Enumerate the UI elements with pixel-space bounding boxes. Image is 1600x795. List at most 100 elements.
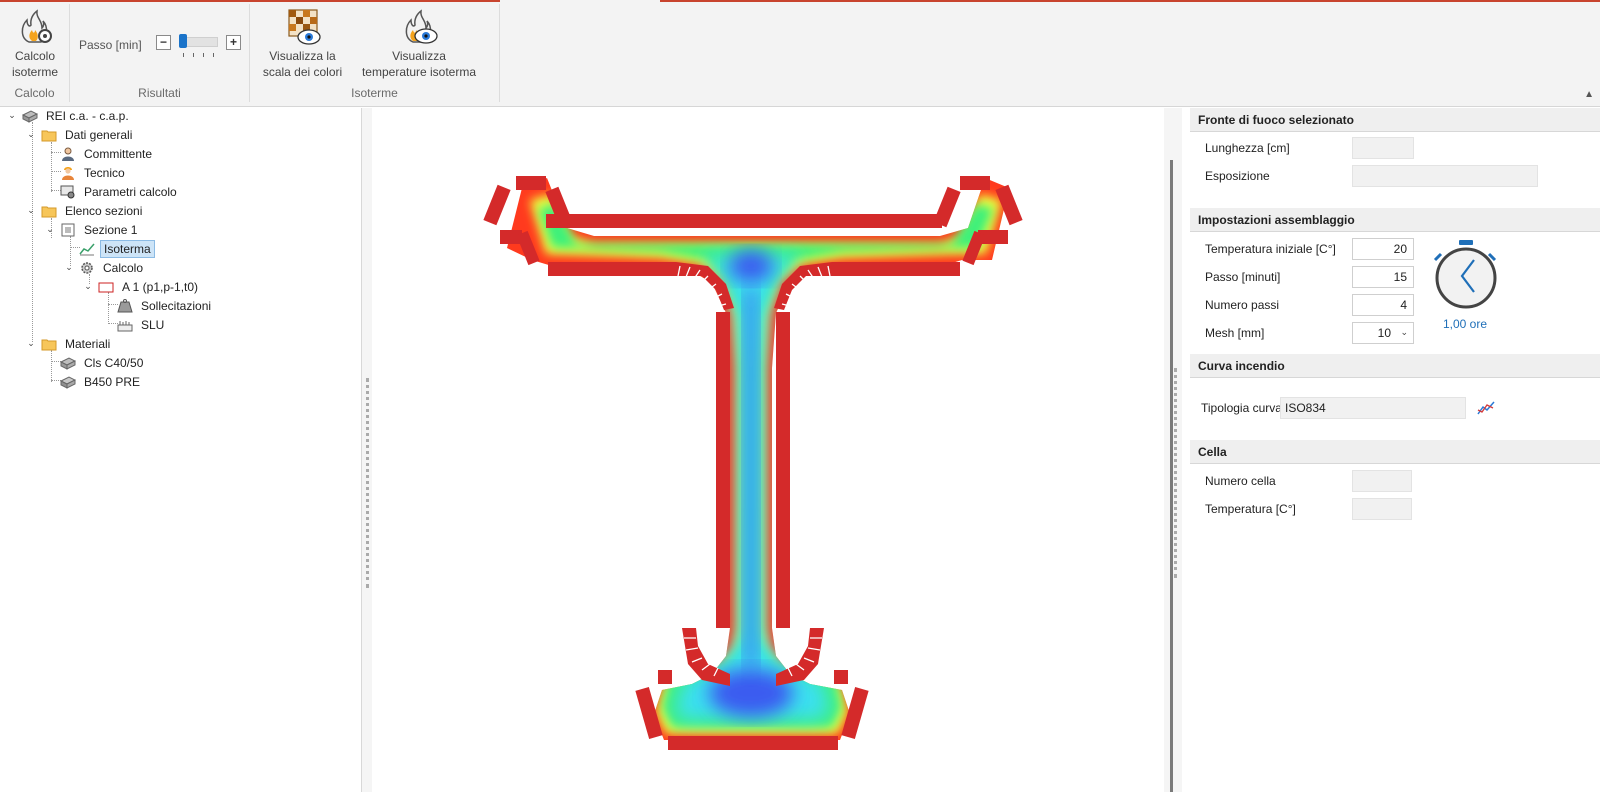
fire-front-bottom-left-cap[interactable] — [658, 670, 672, 684]
passo-slider-ticks — [183, 53, 217, 57]
lunghezza-label: Lunghezza [cm] — [1205, 141, 1290, 155]
chevron-down-icon[interactable]: ⌄ — [25, 338, 37, 349]
tree-connector — [32, 122, 33, 342]
tree-item-isoterma[interactable]: Isoterma — [75, 239, 155, 258]
scala-colori-label-1: Visualizza la — [269, 49, 336, 63]
section-curva-header[interactable]: Curva incendio — [1190, 354, 1600, 378]
project-icon — [22, 109, 38, 123]
chevron-down-icon[interactable]: ⌄ — [6, 110, 18, 121]
temperatura-cella-label: Temperatura [C°] — [1205, 502, 1296, 516]
right-splitter[interactable] — [1164, 108, 1182, 792]
tree-item-combination[interactable]: ⌄ A 1 (p1,p-1,t0) — [82, 277, 201, 296]
calcolo-isoterme-label-1: Calcolo — [14, 49, 56, 63]
folder-icon — [41, 339, 57, 350]
parameters-icon — [60, 185, 75, 198]
folder-icon — [41, 206, 57, 217]
fire-front-right-bottom-fillet[interactable] — [776, 628, 824, 686]
temperature-field — [507, 178, 1009, 740]
chevron-down-icon[interactable]: ⌄ — [25, 129, 37, 140]
tree-item-parametri-calcolo[interactable]: Parametri calcolo — [56, 182, 180, 201]
ribbon-accent-line-right — [660, 0, 1600, 2]
tree-item-label: Sezione 1 — [84, 222, 138, 237]
tree-item-materiali[interactable]: ⌄ Materiali — [25, 334, 113, 353]
group-label-isoterme: Isoterme — [351, 86, 398, 100]
passo-increase-button[interactable]: + — [226, 35, 241, 50]
tree-item-label: Elenco sezioni — [65, 203, 143, 218]
isotherm-canvas[interactable] — [372, 108, 1164, 792]
calcolo-isoterme-button[interactable]: Calcolo isoterme — [5, 8, 65, 80]
fire-front-top-left-cap[interactable] — [516, 176, 546, 190]
fire-front-left-soffit[interactable] — [548, 262, 676, 276]
tree-item-calcolo[interactable]: ⌄ Calcolo — [63, 258, 146, 277]
tree-item-committente[interactable]: Committente — [56, 144, 155, 163]
esposizione-label: Esposizione — [1205, 169, 1270, 183]
tree-item-label: Parametri calcolo — [84, 184, 177, 199]
chevron-down-icon[interactable]: ⌄ — [44, 224, 56, 235]
chevron-up-icon[interactable]: ▲ — [1584, 89, 1594, 100]
tree-item-label: Tecnico — [84, 165, 125, 180]
fire-front-bottom[interactable] — [668, 736, 838, 750]
tree-item-label: Committente — [84, 146, 153, 161]
engineer-icon — [62, 166, 74, 180]
fire-front-left-bottom-fillet[interactable] — [682, 628, 730, 686]
scala-colori-label-2: scala dei colori — [262, 65, 343, 79]
tipologia-curva-field[interactable]: ISO834 — [1280, 397, 1466, 419]
tree-item-elenco-sezioni[interactable]: ⌄ Elenco sezioni — [25, 201, 145, 220]
isotherm-drawing — [483, 176, 1023, 750]
tree-item-sezione-1[interactable]: ⌄ Sezione 1 — [44, 220, 140, 239]
passo-slider-thumb[interactable] — [179, 34, 187, 48]
section-icon — [61, 223, 75, 236]
fire-front-bottom-right-cap[interactable] — [834, 670, 848, 684]
section-cella-header[interactable]: Cella — [1190, 440, 1600, 464]
tree-item-project[interactable]: ⌄ REI c.a. - c.a.p. — [6, 106, 132, 125]
canvas-scrollbar[interactable] — [1170, 160, 1173, 792]
tree-item-dati-generali[interactable]: ⌄ Dati generali — [25, 125, 135, 144]
chevron-down-icon[interactable]: ⌄ — [63, 262, 75, 273]
mesh-select[interactable]: 10 ⌄ — [1352, 322, 1414, 344]
field-cold-web — [744, 288, 758, 668]
gear-icon — [81, 261, 93, 274]
passo-min-label: Passo [min] — [79, 38, 142, 52]
tree-item-cls[interactable]: Cls C40/50 — [56, 353, 146, 372]
tree-item-label: Calcolo — [103, 260, 144, 275]
section-fronte-header[interactable]: Fronte di fuoco selezionato — [1190, 108, 1600, 132]
splitter-grip[interactable] — [366, 378, 369, 588]
tree-item-label: Cls C40/50 — [84, 355, 144, 370]
fire-front-top-right-cap[interactable] — [960, 176, 990, 190]
chevron-down-icon: ⌄ — [1400, 327, 1408, 337]
chevron-down-icon[interactable]: ⌄ — [82, 281, 94, 292]
passo-minuti-input[interactable]: 15 — [1352, 266, 1414, 288]
section-impostazioni-header[interactable]: Impostazioni assemblaggio — [1190, 208, 1600, 232]
fire-front-right-inner[interactable] — [933, 186, 961, 228]
project-tree: ⌄ REI c.a. - c.a.p. ⌄ Dati generali Comm… — [0, 108, 362, 792]
fire-front-web-left[interactable] — [716, 312, 730, 628]
chevron-down-icon[interactable]: ⌄ — [25, 205, 37, 216]
tree-item-tecnico[interactable]: Tecnico — [56, 163, 128, 182]
fire-front-web-right[interactable] — [776, 312, 790, 628]
ribbon-accent-line — [0, 0, 500, 2]
timer-value-label: 1,00 ore — [1442, 317, 1488, 331]
temperature-isoterma-label-2: temperature isoterma — [361, 65, 477, 79]
client-icon — [62, 147, 74, 161]
mesh-select-value: 10 — [1377, 326, 1391, 340]
tree-item-label: SLU — [141, 317, 165, 332]
tree-item-sollecitazioni[interactable]: Sollecitazioni — [113, 296, 214, 315]
numero-passi-input[interactable]: 4 — [1352, 294, 1414, 316]
fire-front-top[interactable] — [546, 214, 942, 228]
properties-panel: Fronte di fuoco selezionato Lunghezza [c… — [1190, 108, 1600, 792]
left-splitter[interactable] — [362, 108, 372, 792]
tree-item-slu[interactable]: SLU — [113, 315, 167, 334]
tipologia-curva-label: Tipologia curva — [1201, 401, 1282, 415]
curve-chart-icon[interactable] — [1477, 400, 1495, 416]
tree-item-b450[interactable]: B450 PRE — [56, 372, 143, 391]
splitter-grip[interactable] — [1174, 368, 1177, 578]
scala-colori-button[interactable]: Visualizza la scala dei colori — [260, 8, 345, 80]
temperatura-iniziale-input[interactable]: 20 — [1352, 238, 1414, 260]
temperature-isoterma-button[interactable]: Visualizza temperature isoterma — [358, 8, 480, 80]
color-scale-eye-icon — [287, 9, 321, 45]
fire-front-right-soffit[interactable] — [832, 262, 960, 276]
ribbon-group-risultati: Risultati — [70, 4, 250, 102]
passo-decrease-button[interactable]: − — [156, 35, 171, 50]
concrete-icon — [60, 356, 76, 370]
fire-front-left-outer[interactable] — [483, 184, 511, 226]
